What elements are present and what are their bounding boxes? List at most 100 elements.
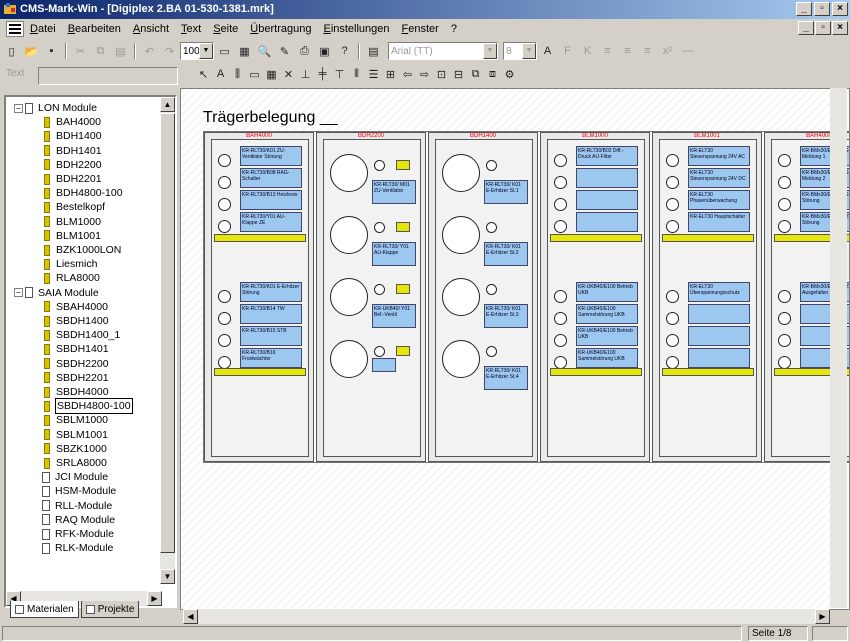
same-size-icon[interactable]: ⊞ xyxy=(382,65,399,83)
tree-vertical-scrollbar[interactable]: ▲ ▼ xyxy=(160,97,175,584)
tree-item[interactable]: SBZK1000 xyxy=(44,442,107,456)
distribute-h-icon[interactable]: ⫴ xyxy=(348,65,365,83)
tree-item[interactable]: BAH4000 xyxy=(44,115,101,129)
zoom-select[interactable]: 100 ▼ xyxy=(180,42,214,60)
tree-group[interactable]: RAQ Module xyxy=(42,513,115,527)
document-icon[interactable] xyxy=(6,21,24,37)
tree-item[interactable]: BLM1001 xyxy=(44,229,101,243)
line-icon[interactable]: — xyxy=(678,42,697,60)
align-left-icon[interactable]: ≡ xyxy=(598,42,617,60)
tree-item[interactable]: SBDH1400_1 xyxy=(44,328,120,342)
tree-item[interactable]: SBDH4000 xyxy=(44,385,109,399)
tree-item[interactable]: SBLM1001 xyxy=(44,428,108,442)
close-button[interactable]: × xyxy=(832,2,848,16)
tree-item[interactable]: BLM1000 xyxy=(44,215,101,229)
canvas-horizontal-scrollbar[interactable]: ◀ ▶ xyxy=(183,608,830,624)
align-right-icon[interactable]: ≡ xyxy=(638,42,657,60)
redo-icon[interactable]: ↷ xyxy=(160,42,179,60)
mdi-restore-button[interactable]: ▫ xyxy=(815,21,831,35)
table-icon[interactable]: ▦ xyxy=(263,65,280,83)
font-select[interactable]: Arial (TT) ▼ xyxy=(388,42,498,60)
module-card[interactable]: BAH4000 KR-RLT30/K01 ZU-Ventilator Störun… xyxy=(204,132,314,462)
paste-icon[interactable]: ▤ xyxy=(111,42,130,60)
properties-icon[interactable]: ⚙ xyxy=(501,65,518,83)
tree-item[interactable]: Bestelkopf xyxy=(44,200,105,214)
collapse-icon[interactable]: − xyxy=(14,103,23,113)
scroll-left-icon[interactable]: ◀ xyxy=(183,609,198,624)
tree-item[interactable]: SBDH4800-100 xyxy=(44,398,133,415)
module-card[interactable]: BLM1001 KR-ELT30 Steuerspannung 24V AC KR-… xyxy=(652,132,762,462)
scroll-right-icon[interactable]: ▶ xyxy=(147,591,162,606)
cut-icon[interactable]: ✂ xyxy=(71,42,90,60)
new-file-icon[interactable]: ▯ xyxy=(2,42,21,60)
text-frame-icon[interactable]: ▤ xyxy=(364,42,383,60)
scroll-down-icon[interactable]: ▼ xyxy=(160,569,175,584)
ungroup-icon[interactable]: ⊟ xyxy=(450,65,467,83)
page-view-icon[interactable]: ▭ xyxy=(215,42,234,60)
rows-icon[interactable]: ▭ xyxy=(246,65,263,83)
tree-group[interactable]: RLL-Module xyxy=(42,499,112,513)
tree-item[interactable]: SBAH4000 xyxy=(44,300,108,314)
scroll-right-icon[interactable]: ▶ xyxy=(815,609,830,624)
tree-item[interactable]: RLA8000 xyxy=(44,271,100,285)
tree-item[interactable]: BDH2200 xyxy=(44,158,102,172)
tree-group[interactable]: HSM-Module xyxy=(42,484,116,498)
group-icon[interactable]: ⊡ xyxy=(433,65,450,83)
menu-help[interactable]: ? xyxy=(451,23,457,35)
align-bottom-icon[interactable]: ⊥ xyxy=(297,65,314,83)
save-icon[interactable]: ▪ xyxy=(42,42,61,60)
print-preview-icon[interactable]: ▣ xyxy=(315,42,334,60)
tree-item[interactable]: SBDH1401 xyxy=(44,342,109,356)
superscript-icon[interactable]: x² xyxy=(658,42,677,60)
tree-item[interactable]: BDH1400 xyxy=(44,129,102,143)
tree-group[interactable]: RFK-Module xyxy=(42,527,114,541)
tree-group[interactable]: − LON Module xyxy=(14,101,97,115)
tree-item[interactable]: BDH4800-100 xyxy=(44,186,123,200)
print-icon[interactable]: ⎙ xyxy=(295,42,314,60)
tree-group[interactable]: RLK-Module xyxy=(42,541,113,555)
bold-icon[interactable]: F xyxy=(558,42,577,60)
menu-einstellungen[interactable]: Einstellungen xyxy=(323,23,389,35)
restore-button[interactable]: ▫ xyxy=(814,2,830,16)
align-middle-icon[interactable]: ╪ xyxy=(314,65,331,83)
mdi-minimize-button[interactable]: _ xyxy=(798,21,814,35)
text-tool-icon[interactable]: A xyxy=(212,65,229,83)
menu-ansicht[interactable]: Ansicht xyxy=(133,23,169,35)
font-size-select[interactable]: 8 ▼ xyxy=(503,42,537,60)
columns-icon[interactable]: ⫼ xyxy=(229,65,246,83)
tree-group[interactable]: − SAIA Module xyxy=(14,286,99,300)
delete-icon[interactable]: ✕ xyxy=(280,65,297,83)
distribute-v-icon[interactable]: ☰ xyxy=(365,65,382,83)
scroll-thumb[interactable] xyxy=(160,113,175,553)
tree-item[interactable]: SBDH1400 xyxy=(44,314,109,328)
document-canvas[interactable]: Trägerbelegung __ BAH4000 KR-RLT30/K01 ZU… xyxy=(180,88,850,610)
tree-item[interactable]: BDH2201 xyxy=(44,172,102,186)
tree-item[interactable]: BZK1000LON xyxy=(44,243,121,257)
tree-group[interactable]: JCI Module xyxy=(42,470,108,484)
arrow-right-icon[interactable]: ⇨ xyxy=(416,65,433,83)
front-icon[interactable]: ⧉ xyxy=(467,65,484,83)
align-top-icon[interactable]: ⊤ xyxy=(331,65,348,83)
arrow-left-icon[interactable]: ⇦ xyxy=(399,65,416,83)
font-color-icon[interactable]: A xyxy=(538,42,557,60)
menu-fenster[interactable]: Fenster xyxy=(402,23,439,35)
mdi-close-button[interactable]: × xyxy=(832,21,848,35)
menu-bearbeiten[interactable]: Bearbeiten xyxy=(68,23,121,35)
pen-icon[interactable]: ✎ xyxy=(275,42,294,60)
text-input[interactable] xyxy=(38,67,178,85)
tree-item[interactable]: Liesmich xyxy=(44,257,97,271)
canvas-vertical-scrollbar[interactable] xyxy=(830,88,847,608)
menu-datei[interactable]: Datei xyxy=(30,23,56,35)
module-card[interactable]: BDH1400 KR-RLT30/ K01 E-Erhitzer St.1 KR-R… xyxy=(428,132,538,462)
module-card[interactable]: BLM1000 KR-RLT30/B02 Diff.-Druck AU-Filte… xyxy=(540,132,650,462)
menu-text[interactable]: Text xyxy=(181,23,201,35)
back-icon[interactable]: ⧈ xyxy=(484,65,501,83)
module-card[interactable]: BDH2200 KR-RLT30/ M01 ZU-Ventilator KR-RLT… xyxy=(316,132,426,462)
tab-projekte[interactable]: Projekte xyxy=(80,601,140,618)
menu-seite[interactable]: Seite xyxy=(213,23,238,35)
align-center-icon[interactable]: ≡ xyxy=(618,42,637,60)
tree-item[interactable]: SBLM1000 xyxy=(44,413,108,427)
undo-icon[interactable]: ↶ xyxy=(140,42,159,60)
copy-icon[interactable]: ⧉ xyxy=(91,42,110,60)
tree-item[interactable]: SBDH2200 xyxy=(44,357,109,371)
